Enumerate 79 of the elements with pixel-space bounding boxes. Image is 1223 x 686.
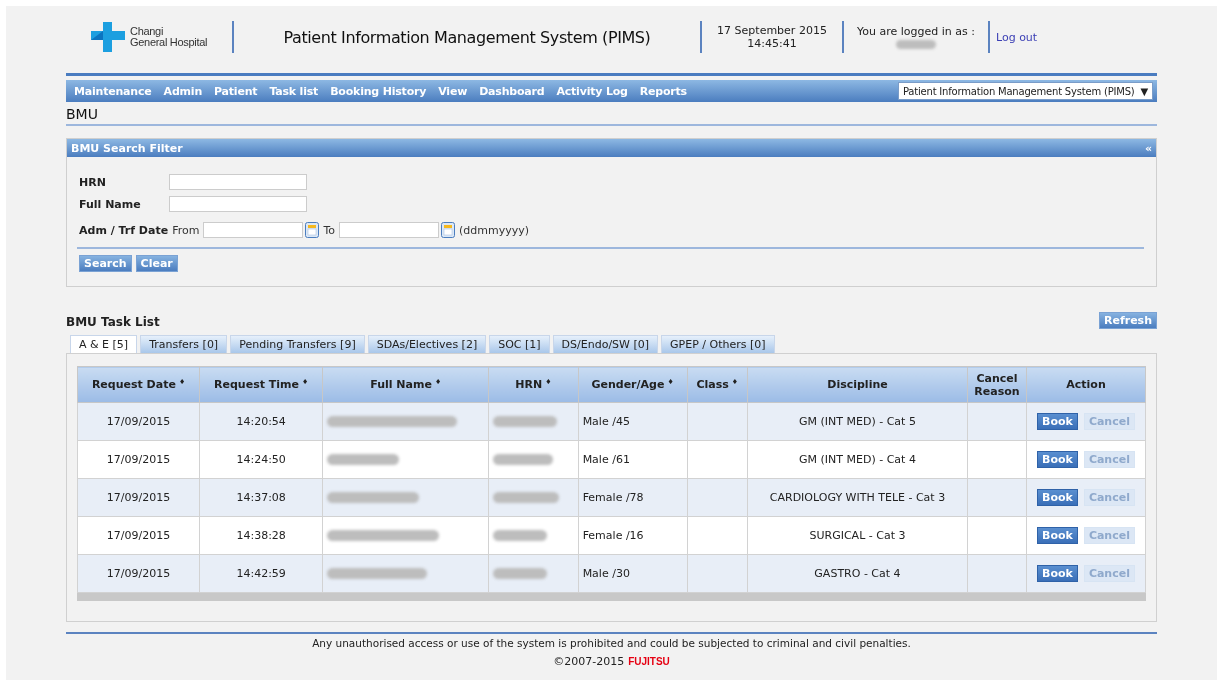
date-time: 17 September 2015 14:45:41 bbox=[716, 24, 828, 50]
system-dropdown[interactable]: Patient Information Management System (PIMS) ▼ bbox=[897, 82, 1153, 100]
column-header: Cancel Reason bbox=[967, 366, 1027, 403]
table-cell: 14:38:28 bbox=[199, 516, 323, 555]
brand-logo: FUJITSU bbox=[628, 656, 670, 667]
system-title: Patient Information Management System (PIMS) bbox=[282, 27, 652, 47]
from-date-field[interactable] bbox=[203, 222, 304, 238]
redacted-hrn bbox=[493, 416, 558, 427]
redacted-hrn bbox=[493, 530, 548, 541]
book-button[interactable]: Book bbox=[1037, 527, 1078, 544]
table-cell: Female /16 bbox=[578, 516, 687, 555]
menu-item[interactable]: Activity Log bbox=[556, 84, 628, 98]
copyright: ©2007-2015 bbox=[553, 655, 625, 668]
legal-notice: Any unauthorised access or use of the system is prohibited and could be subjected to criminal and civil penalties. bbox=[311, 637, 912, 649]
book-button[interactable]: Book bbox=[1037, 565, 1078, 582]
table-cell: 14:42:59 bbox=[199, 554, 323, 593]
filter-button[interactable]: Clear bbox=[135, 255, 178, 272]
redacted-hrn bbox=[493, 492, 560, 503]
field-label: Full Name bbox=[79, 197, 142, 211]
calendar-icon[interactable] bbox=[305, 222, 320, 238]
tab[interactable]: SDAs/Electives [2] bbox=[367, 335, 487, 353]
table-cell: 14:20:54 bbox=[199, 402, 323, 441]
redacted-hrn bbox=[493, 568, 548, 579]
to-label: To bbox=[323, 223, 335, 237]
column-header: Action bbox=[1026, 366, 1146, 403]
menu-item[interactable]: Admin bbox=[163, 84, 202, 98]
redacted-username bbox=[896, 40, 936, 49]
table-cell: 17/09/2015 bbox=[77, 516, 200, 555]
cross-logo-icon bbox=[90, 21, 126, 53]
table-cell: GM (INT MED) - Cat 5 bbox=[747, 402, 968, 441]
panel-title: BMU Search Filter bbox=[71, 141, 183, 155]
tab[interactable]: A & E [5] bbox=[70, 335, 138, 353]
column-header: Discipline bbox=[747, 366, 968, 403]
date-format-hint: (ddmmyyyy) bbox=[459, 223, 530, 237]
menu-item[interactable]: Dashboard bbox=[479, 84, 545, 98]
hrn-field[interactable] bbox=[169, 174, 307, 190]
table-cell: Male /30 bbox=[578, 554, 687, 593]
table-cell: 17/09/2015 bbox=[77, 554, 200, 593]
menu-item[interactable]: Reports bbox=[639, 84, 687, 98]
logout-link[interactable]: Log out bbox=[996, 30, 1038, 44]
menu-item[interactable]: Patient bbox=[214, 84, 258, 98]
table-cell: 17/09/2015 bbox=[77, 478, 200, 517]
table-cell: 17/09/2015 bbox=[77, 402, 200, 441]
menu-item[interactable]: Task list bbox=[269, 84, 319, 98]
book-button[interactable]: Book bbox=[1037, 451, 1078, 468]
table-cell: 17/09/2015 bbox=[77, 440, 200, 479]
refresh-button[interactable]: Refresh bbox=[1099, 312, 1157, 329]
redacted-hrn bbox=[493, 454, 554, 465]
filter-button[interactable]: Search bbox=[79, 255, 132, 272]
field-label: Adm / Trf Date bbox=[79, 223, 169, 237]
menu-item[interactable]: Booking History bbox=[330, 84, 427, 98]
field-label: HRN bbox=[79, 175, 107, 189]
tab[interactable]: Transfers [0] bbox=[140, 335, 228, 353]
login-label: You are logged in as : bbox=[857, 25, 975, 38]
table-cell: SURGICAL - Cat 3 bbox=[747, 516, 968, 555]
menu-item[interactable]: View bbox=[438, 84, 468, 98]
table-cell: Female /78 bbox=[578, 478, 687, 517]
section-title: BMU Task List bbox=[66, 315, 160, 329]
page-title: BMU bbox=[66, 102, 1157, 126]
from-label: From bbox=[172, 223, 200, 237]
table-cell: GM (INT MED) - Cat 4 bbox=[747, 440, 968, 479]
name-field[interactable] bbox=[169, 196, 307, 212]
calendar-icon[interactable] bbox=[441, 222, 455, 238]
collapse-button[interactable]: « bbox=[1144, 141, 1152, 155]
table-cell: 14:24:50 bbox=[199, 440, 323, 479]
tab[interactable]: Pending Transfers [9] bbox=[230, 335, 365, 353]
tab[interactable]: GPEP / Others [0] bbox=[661, 335, 775, 353]
table-cell: GASTRO - Cat 4 bbox=[747, 554, 968, 593]
to-date-field[interactable] bbox=[339, 222, 439, 238]
menu-item[interactable]: Maintenance bbox=[74, 84, 152, 98]
hospital-name: Changi General Hospital bbox=[130, 26, 208, 48]
tab[interactable]: DS/Endo/SW [0] bbox=[552, 335, 659, 353]
tab[interactable]: SOC [1] bbox=[489, 335, 550, 353]
table-cell: Male /45 bbox=[578, 402, 687, 441]
table-cell: 14:37:08 bbox=[199, 478, 323, 517]
book-button[interactable]: Book bbox=[1037, 413, 1078, 430]
table-cell: CARDIOLOGY WITH TELE - Cat 3 bbox=[747, 478, 968, 517]
book-button[interactable]: Book bbox=[1037, 489, 1078, 506]
table-cell: Male /61 bbox=[578, 440, 687, 479]
